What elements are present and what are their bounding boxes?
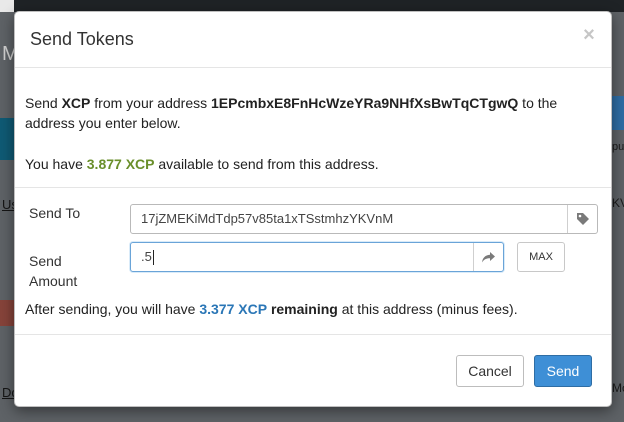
send-to-label: Send To: [29, 205, 81, 221]
intro-line-2: address you enter below.: [25, 115, 181, 131]
close-icon[interactable]: ×: [581, 25, 597, 45]
intro-line-1: Send XCP from your address 1EPcmbxE8FnHc…: [25, 95, 558, 111]
available-balance-text: You have 3.877 XCP available to send fro…: [25, 156, 379, 172]
send-amount-value-wrap[interactable]: .5: [141, 243, 154, 271]
remaining-amount: 3.377 XCP: [199, 301, 268, 317]
send-tokens-modal: Send Tokens × Send XCP from your address…: [14, 11, 612, 407]
source-address: 1EPcmbxE8FnHcWzeYRa9NHfXsBwTqCTgwQ: [211, 95, 519, 111]
cancel-button[interactable]: Cancel: [456, 355, 524, 387]
modal-header: Send Tokens ×: [15, 12, 611, 68]
send-amount-value[interactable]: .5: [141, 249, 152, 264]
asset-name: XCP: [61, 95, 91, 111]
remaining-balance-text: After sending, you will have 3.377 XCP r…: [25, 301, 518, 317]
send-button[interactable]: Send: [534, 355, 592, 387]
max-button[interactable]: MAX: [517, 242, 565, 272]
send-to-input[interactable]: 17jZMEKiMdTdp57v85ta1xTSstmhzYKVnM: [130, 204, 598, 234]
send-to-value[interactable]: 17jZMEKiMdTdp57v85ta1xTSstmhzYKVnM: [141, 205, 393, 233]
available-amount: 3.877 XCP: [86, 156, 155, 172]
footer-divider: [15, 334, 611, 335]
remaining-word: remaining: [270, 301, 338, 317]
modal-title: Send Tokens: [30, 29, 134, 49]
send-amount-label-line2: Amount: [29, 273, 78, 289]
share-icon[interactable]: [473, 243, 503, 271]
text-caret: [152, 250, 154, 266]
divider: [15, 187, 611, 188]
send-amount-label-line1: Send: [29, 253, 62, 269]
tag-icon[interactable]: [567, 205, 597, 233]
send-amount-input[interactable]: .5: [130, 242, 504, 272]
